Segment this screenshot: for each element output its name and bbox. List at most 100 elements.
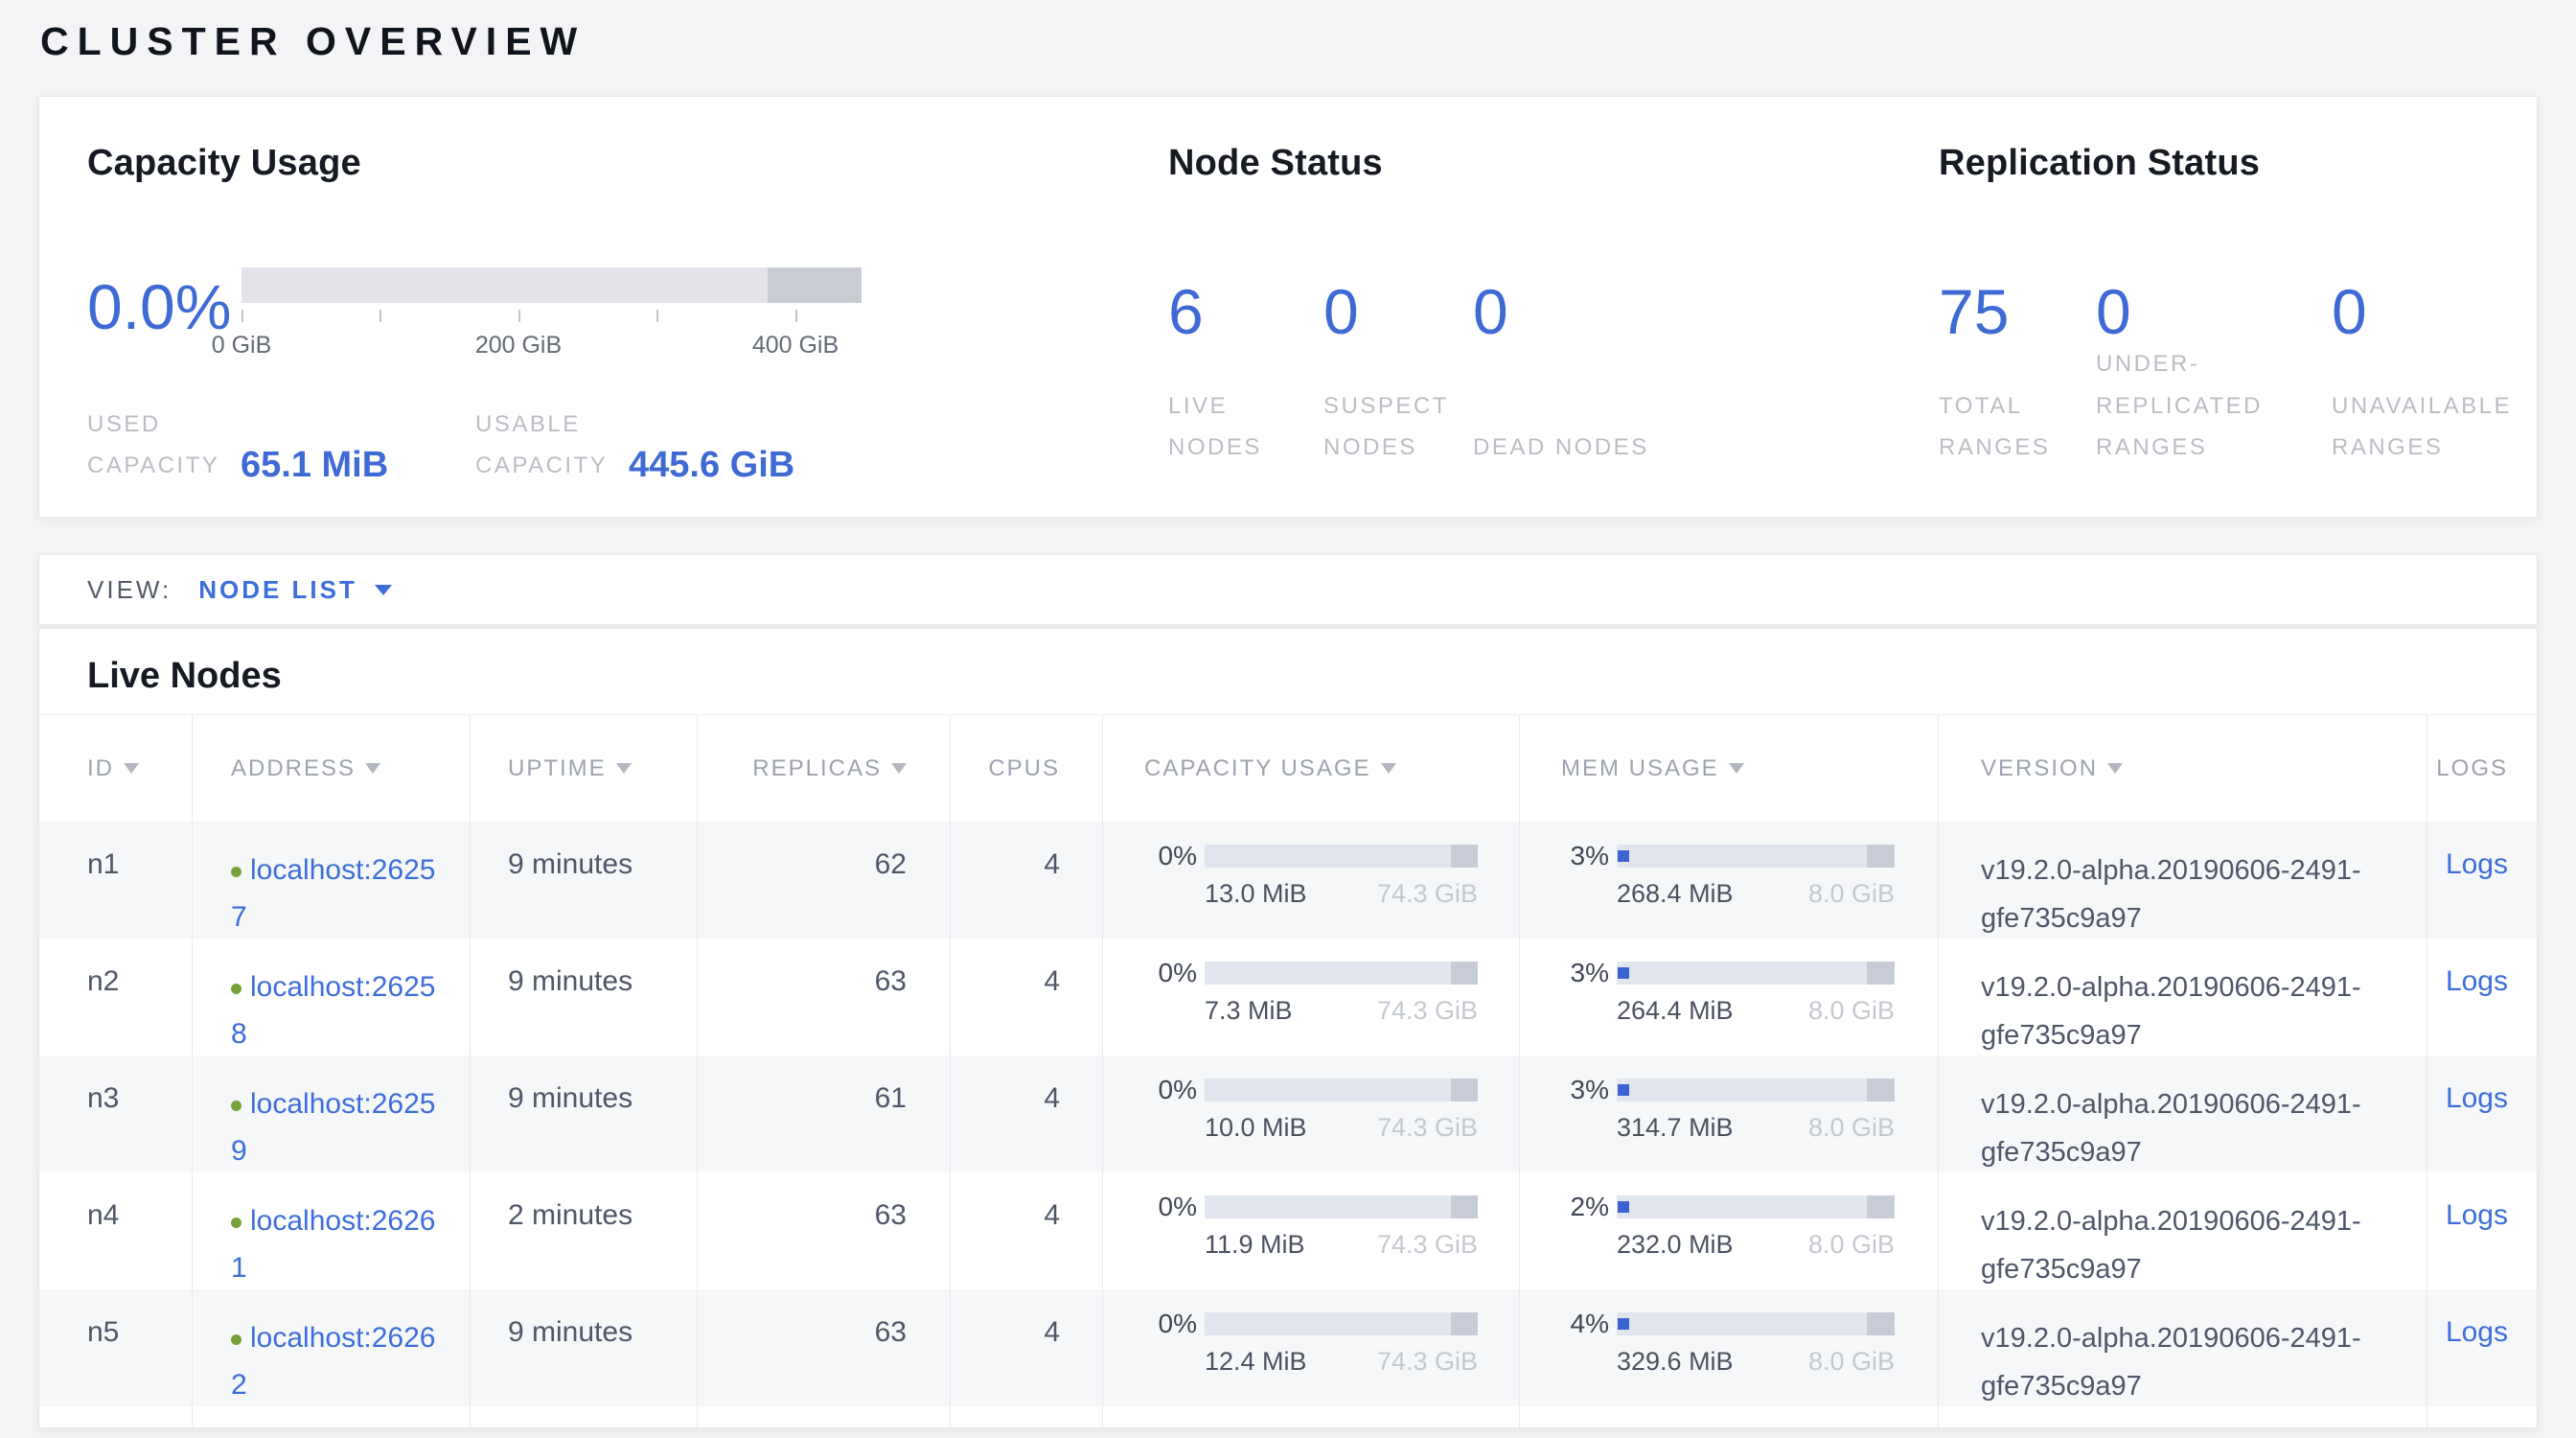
table-row: n3localhost:262599 minutes6140%10.0 MiB7… — [39, 1055, 2537, 1172]
bar-dark-segment — [1451, 962, 1479, 985]
mem-usage-gauge: 3%264.4 MiB8.0 GiB — [1519, 939, 1938, 1059]
node-address-link[interactable]: localhost:26257 — [231, 854, 435, 933]
node-id: n3 — [39, 1055, 192, 1176]
capacity-usage-bar — [1205, 1312, 1478, 1335]
gauge-percent: 3% — [1561, 1075, 1609, 1105]
gauge-percent: 0% — [1144, 1075, 1197, 1105]
table-cell-empty — [192, 1406, 470, 1428]
used-capacity-value: 65.1 MiB — [241, 445, 388, 487]
capacity-percent: 0.0% — [87, 275, 231, 338]
capacity-axis-ticks — [242, 310, 874, 323]
table-row: n2localhost:262589 minutes6340%7.3 MiB74… — [39, 939, 2537, 1055]
view-selected-value[interactable]: NODE LIST — [198, 575, 357, 605]
gauge-total-value: 74.3 GiB — [1377, 1230, 1478, 1260]
replication-status-section: Replication Status 75 TOTAL RANGES 0 UND… — [1939, 143, 2533, 468]
column-header-mem-usage[interactable]: MEM USAGE — [1519, 715, 1938, 822]
table-cell-empty — [1938, 1406, 2426, 1428]
live-status-dot-icon — [231, 1334, 242, 1345]
under-replicated-ranges-stat: 0 UNDER-REPLICATED RANGES — [2096, 280, 2332, 468]
node-replicas: 63 — [697, 1289, 950, 1410]
live-status-dot-icon — [231, 1218, 242, 1228]
capacity-axis-labels: 0 GiB 200 GiB 400 GiB — [242, 332, 874, 360]
usable-capacity-value: 445.6 GiB — [629, 445, 794, 487]
capacity-usage-section: Capacity Usage 0.0% 0 GiB 200 GiB 400 Gi… — [87, 143, 969, 478]
total-ranges-stat: 75 TOTAL RANGES — [1939, 280, 2096, 468]
column-header-label: ID — [87, 755, 114, 782]
node-status-section: Node Status 6 LIVE NODES 0 SUSPECT NODES… — [1168, 143, 1839, 468]
live-nodes-panel: Live Nodes IDADDRESSUPTIMEREPLICASCPUSCA… — [38, 628, 2538, 1428]
node-version: v19.2.0-alpha.20190606-2491-gfe735c9a97 — [1938, 822, 2426, 942]
gauge-percent: 0% — [1144, 841, 1197, 871]
gauge-total-value: 74.3 GiB — [1377, 996, 1478, 1026]
column-header-label: MEM USAGE — [1561, 755, 1719, 782]
logs-link[interactable]: Logs — [2446, 1082, 2508, 1114]
unavailable-ranges-stat: 0 UNAVAILABLE RANGES — [2332, 280, 2528, 468]
mem-usage-gauge: 4%329.6 MiB8.0 GiB — [1519, 1289, 1938, 1410]
gauge-percent: 0% — [1144, 1192, 1197, 1222]
node-uptime: 2 minutes — [470, 1172, 697, 1293]
node-cpus: 4 — [950, 1289, 1102, 1410]
dead-nodes-stat: 0 DEAD NODES — [1473, 280, 1649, 468]
column-header-label: ADDRESS — [231, 755, 356, 782]
gauge-total-value: 8.0 GiB — [1808, 1230, 1895, 1260]
table-cell-empty — [1102, 1406, 1519, 1428]
gauge-percent: 2% — [1561, 1192, 1609, 1222]
table-row: n4localhost:262612 minutes6340%11.9 MiB7… — [39, 1172, 2537, 1289]
column-header-label: VERSION — [1981, 755, 2098, 782]
node-address-cell: localhost:26262 — [192, 1289, 470, 1410]
node-address-link[interactable]: localhost:26259 — [231, 1088, 435, 1167]
logs-link[interactable]: Logs — [2446, 848, 2508, 880]
gauge-used-value: 268.4 MiB — [1617, 879, 1734, 909]
node-version: v19.2.0-alpha.20190606-2491-gfe735c9a97 — [1938, 939, 2426, 1059]
summary-panel: Capacity Usage 0.0% 0 GiB 200 GiB 400 Gi… — [38, 96, 2538, 518]
gauge-total-value: 74.3 GiB — [1377, 1347, 1478, 1377]
page-title: CLUSTER OVERVIEW — [40, 19, 586, 64]
node-version: v19.2.0-alpha.20190606-2491-gfe735c9a97 — [1938, 1289, 2426, 1410]
logs-link[interactable]: Logs — [2446, 1199, 2508, 1231]
table-cell-empty — [1519, 1406, 1938, 1428]
column-header-id[interactable]: ID — [39, 715, 192, 822]
bar-dark-segment — [1867, 1078, 1895, 1102]
column-header-replicas[interactable]: REPLICAS — [697, 715, 950, 822]
gauge-used-value: 314.7 MiB — [1617, 1113, 1734, 1143]
column-header-address[interactable]: ADDRESS — [192, 715, 470, 822]
cluster-overview-page: CLUSTER OVERVIEW Capacity Usage 0.0% 0 G… — [0, 0, 2576, 1438]
node-address-link[interactable]: localhost:26258 — [231, 971, 435, 1050]
column-header-capacity-usage[interactable]: CAPACITY USAGE — [1102, 715, 1519, 822]
column-header-label: LOGS — [2436, 755, 2508, 782]
replication-status-heading: Replication Status — [1939, 143, 2533, 184]
column-header-version[interactable]: VERSION — [1938, 715, 2426, 822]
gauge-percent: 0% — [1144, 958, 1197, 988]
sort-descending-icon — [2107, 763, 2123, 774]
sort-descending-icon — [1729, 763, 1744, 774]
gauge-percent: 0% — [1144, 1309, 1197, 1339]
sort-descending-icon — [616, 763, 632, 774]
capacity-usage-gauge: 0%10.0 MiB74.3 GiB — [1102, 1055, 1519, 1176]
logs-link[interactable]: Logs — [2446, 965, 2508, 997]
gauge-used-value: 329.6 MiB — [1617, 1347, 1734, 1377]
mem-usage-bar — [1617, 1195, 1895, 1218]
sort-descending-icon — [891, 763, 907, 774]
tick-mark — [656, 310, 658, 322]
mem-usage-gauge: 2%232.0 MiB8.0 GiB — [1519, 1172, 1938, 1293]
node-uptime: 9 minutes — [470, 822, 697, 942]
gauge-total-value: 8.0 GiB — [1808, 879, 1895, 909]
node-address-link[interactable]: localhost:26261 — [231, 1205, 435, 1284]
node-status-heading: Node Status — [1168, 143, 1839, 184]
column-header-label: REPLICAS — [752, 755, 882, 782]
node-address-link[interactable]: localhost:26262 — [231, 1322, 435, 1401]
bar-dark-segment — [1451, 1195, 1479, 1218]
tick-mark — [242, 310, 243, 322]
logs-link[interactable]: Logs — [2446, 1316, 2508, 1348]
mem-usage-gauge: 3%314.7 MiB8.0 GiB — [1519, 1055, 1938, 1176]
view-selector-dropdown[interactable]: NODE LIST — [198, 575, 392, 605]
table-row: n5localhost:262629 minutes6340%12.4 MiB7… — [39, 1289, 2537, 1406]
bar-dark-segment — [1867, 1312, 1895, 1335]
column-header-logs: LOGS — [2426, 715, 2537, 822]
mem-usage-fill — [1618, 1318, 1629, 1330]
column-header-label: CPUS — [988, 755, 1060, 782]
column-header-uptime[interactable]: UPTIME — [470, 715, 697, 822]
column-header-label: CAPACITY USAGE — [1144, 755, 1371, 782]
node-id: n2 — [39, 939, 192, 1059]
node-status-stats: 6 LIVE NODES 0 SUSPECT NODES 0 DEAD NODE… — [1168, 280, 1839, 468]
